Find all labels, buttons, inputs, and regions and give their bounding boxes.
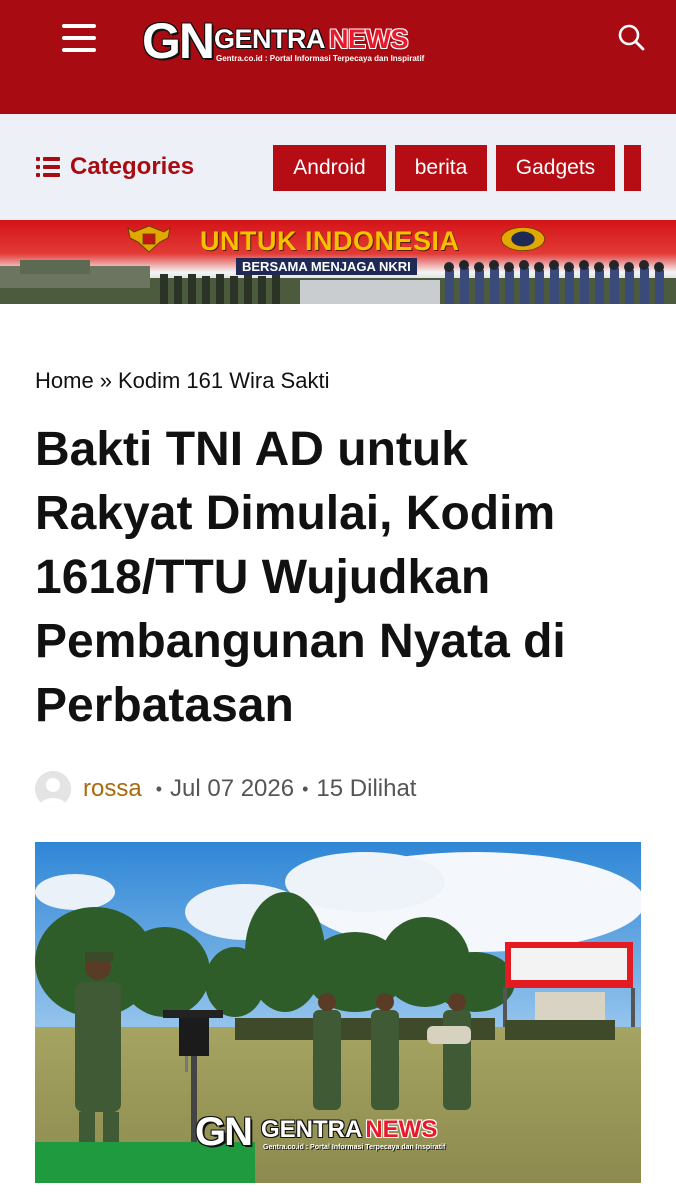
category-chip-berita[interactable]: berita <box>395 145 487 191</box>
meta-separator: • <box>155 778 162 799</box>
watermark-wordmark: GENTRA NEWS <box>261 1116 437 1144</box>
police-emblem-icon <box>500 226 546 252</box>
publish-date: Jul 07 2026 <box>170 775 295 802</box>
garuda-emblem-icon <box>127 225 171 253</box>
breadcrumb-home-link[interactable]: Home <box>35 368 94 393</box>
site-header: GN GENTRA NEWS Gentra.co.id : Portal Info… <box>0 0 676 114</box>
logo-word-news: NEWS <box>329 24 409 54</box>
categories-label: Categories <box>70 153 195 180</box>
banner-title: UNTUK INDONESIA <box>200 226 460 256</box>
breadcrumb-separator: » <box>99 368 112 393</box>
image-watermark: GN GENTRA NEWS Gentra.co.id : Portal Info… <box>195 1110 495 1160</box>
watermark-tagline: Gentra.co.id : Portal Informasi Terpecay… <box>263 1144 446 1151</box>
categories-toggle[interactable]: Categories <box>36 152 194 182</box>
view-count: 15 Dilihat <box>316 775 417 802</box>
hamburger-menu-icon[interactable] <box>60 22 98 54</box>
category-bar: Categories Android berita Gadgets <box>0 114 676 220</box>
breadcrumb: Home» Kodim 161 Wira Sakti <box>35 368 329 394</box>
author-avatar[interactable] <box>35 771 71 807</box>
list-icon <box>36 157 60 177</box>
article-meta: rossa • Jul 07 2026 • 15 Dilihat <box>35 771 416 807</box>
banner-subtitle: BERSAMA MENJAGA NKRI <box>236 258 417 275</box>
search-icon[interactable] <box>616 22 648 54</box>
watermark-word-gentra: GENTRA <box>261 1116 363 1143</box>
logo-word-gentra: GENTRA <box>214 24 326 54</box>
author-name-link[interactable]: rossa <box>83 775 142 803</box>
promo-banner[interactable]: UNTUK INDONESIA BERSAMA MENJAGA NKRI <box>0 220 676 304</box>
watermark-word-news: NEWS <box>365 1116 438 1143</box>
article-featured-image[interactable]: GN GENTRA NEWS Gentra.co.id : Portal Info… <box>35 842 641 1183</box>
watermark-mark: GN <box>195 1110 253 1154</box>
category-chip-gadgets[interactable]: Gadgets <box>496 145 615 191</box>
category-chip-more[interactable] <box>624 145 641 191</box>
site-logo[interactable]: GN GENTRA NEWS Gentra.co.id : Portal Info… <box>142 14 442 74</box>
category-chip-android[interactable]: Android <box>273 145 386 191</box>
article-title: Bakti TNI AD untuk Rakyat Dimulai, Kodim… <box>35 423 566 732</box>
logo-wordmark: GENTRA NEWS <box>214 24 409 54</box>
meta-separator: • <box>302 778 309 799</box>
logo-mark: GN <box>142 13 215 69</box>
breadcrumb-category-link[interactable]: Kodim 161 Wira Sakti <box>118 368 330 393</box>
logo-tagline: Gentra.co.id : Portal Informasi Terpecay… <box>216 54 425 63</box>
